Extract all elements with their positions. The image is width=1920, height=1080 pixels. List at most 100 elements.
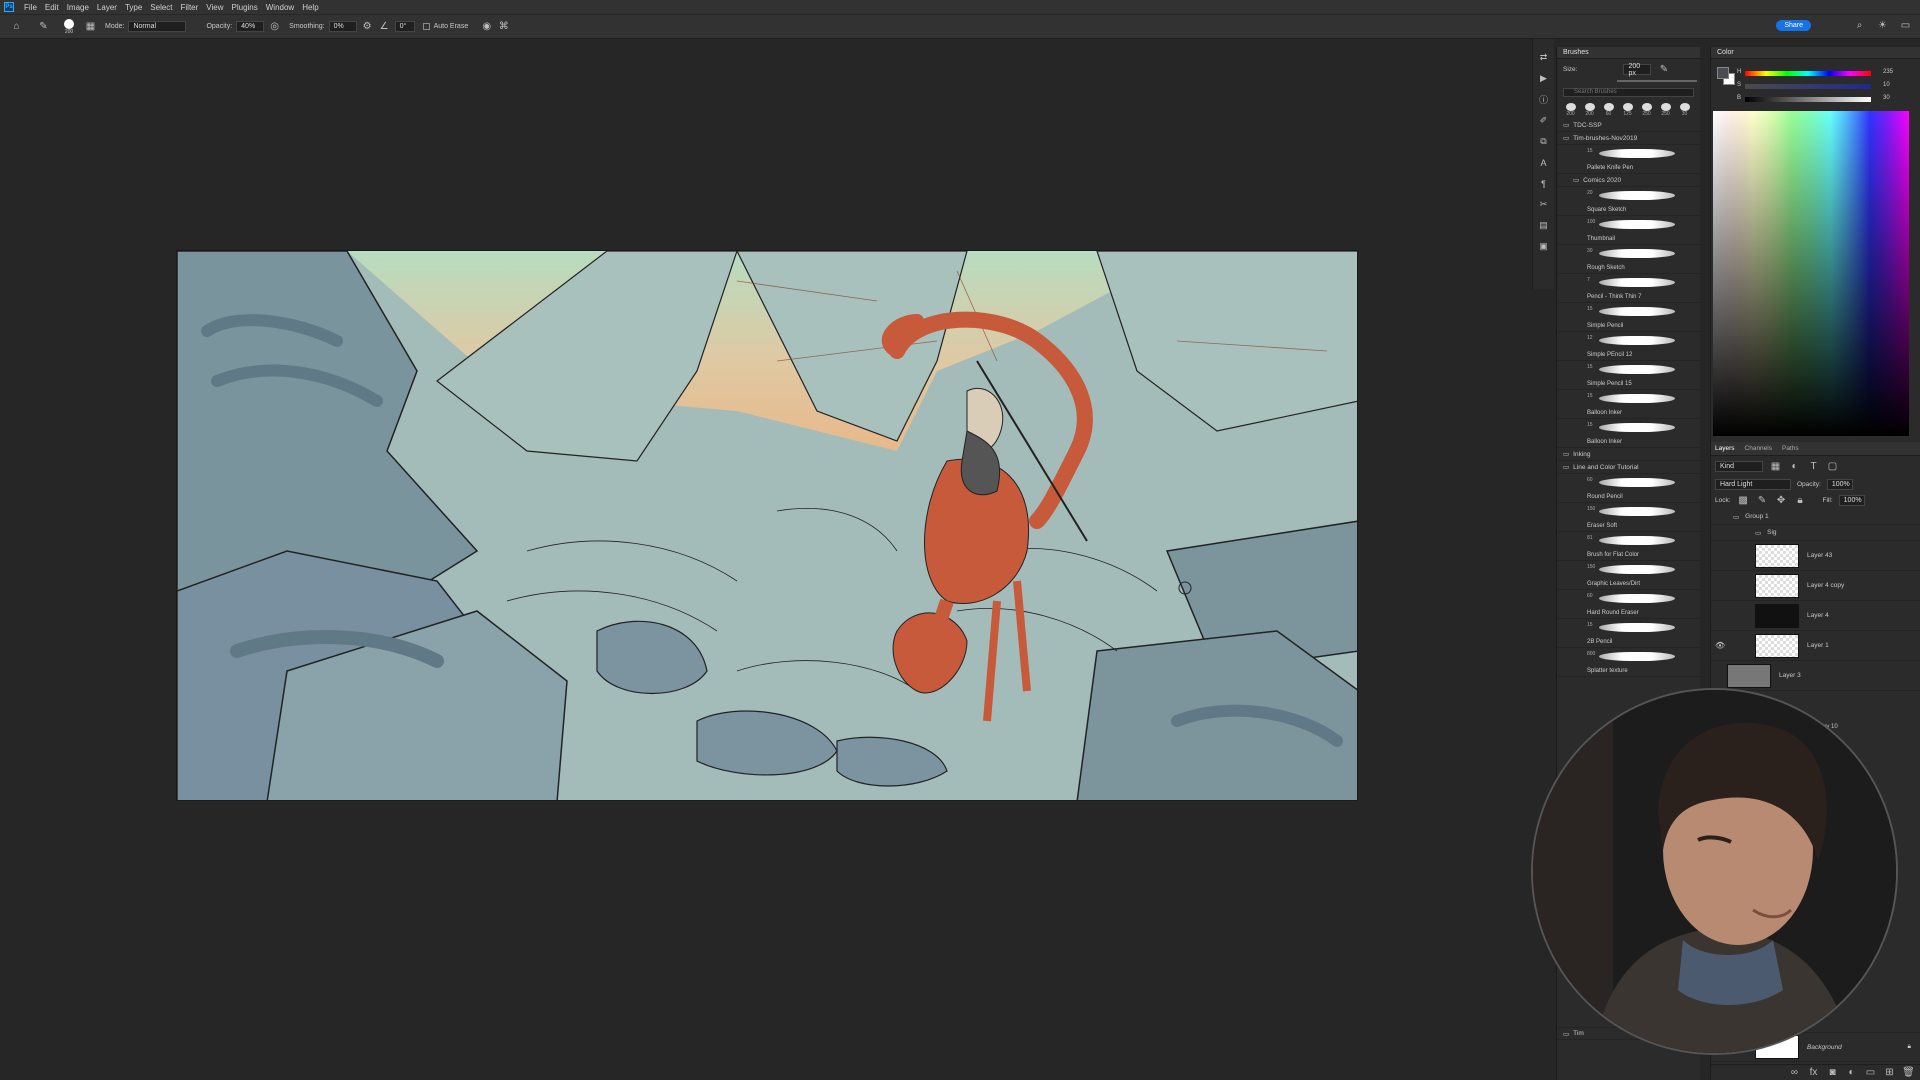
recent-brush[interactable]: 30 xyxy=(1677,103,1692,117)
brush-folder[interactable]: ▭ Inking xyxy=(1557,448,1700,461)
trash-icon[interactable]: 🗑︎ xyxy=(1902,1066,1915,1079)
brush-item[interactable]: 15 Balloon Inker xyxy=(1557,419,1700,448)
brush-item[interactable]: 81 Brush for Flat Color xyxy=(1557,532,1700,561)
menu-edit[interactable]: Edit xyxy=(41,3,63,12)
size-field[interactable]: 200 px xyxy=(1623,63,1652,77)
angle-icon[interactable]: ∠ xyxy=(378,20,391,33)
s-value[interactable]: 10 xyxy=(1883,82,1890,88)
lock-position-icon[interactable]: ✥ xyxy=(1775,494,1788,507)
new-group-icon[interactable]: ▭ xyxy=(1864,1066,1877,1079)
new-layer-icon[interactable]: ⊞ xyxy=(1883,1066,1896,1079)
layer-row[interactable]: Layer 3 xyxy=(1711,661,1920,691)
layer-kind-filter[interactable]: Kind xyxy=(1715,461,1763,472)
info-icon[interactable]: ⓘ xyxy=(1537,93,1550,106)
pixel-filter-icon[interactable]: ▦ xyxy=(1769,460,1782,473)
tab-layers[interactable]: Layers xyxy=(1715,445,1735,452)
brush-item[interactable]: 150 Eraser Soft xyxy=(1557,503,1700,532)
layer-row[interactable]: Layer 4 xyxy=(1711,601,1920,631)
b-value[interactable]: 30 xyxy=(1883,95,1890,101)
color-spectrum-field[interactable] xyxy=(1713,111,1909,436)
brush-item[interactable]: 12 Simple PEncil 12 xyxy=(1557,332,1700,361)
menu-type[interactable]: Type xyxy=(121,3,146,12)
lock-all-icon[interactable]: 🔒︎ xyxy=(1794,494,1807,507)
brush-item[interactable]: 800 Splatter texture xyxy=(1557,648,1700,677)
layer-row[interactable]: ▭ Sig xyxy=(1711,525,1920,541)
link-layers-icon[interactable]: ∞ xyxy=(1788,1066,1801,1079)
paragraph-icon[interactable]: ¶ xyxy=(1537,177,1550,190)
menu-file[interactable]: File xyxy=(20,3,41,12)
auto-erase-checkbox[interactable] xyxy=(422,23,430,30)
recent-brush[interactable]: 60 xyxy=(1601,103,1616,117)
menu-filter[interactable]: Filter xyxy=(177,3,203,12)
tools-icon[interactable]: ✂ xyxy=(1537,198,1550,211)
character-icon[interactable]: A xyxy=(1537,156,1550,169)
brush-item[interactable]: 60 Hard Round Eraser xyxy=(1557,590,1700,619)
smoothing-field[interactable]: 0% xyxy=(328,21,357,32)
brush-item[interactable]: 15 Simple Pencil 15 xyxy=(1557,361,1700,390)
history-icon[interactable]: ⇄ xyxy=(1537,51,1550,64)
fill-field[interactable]: 100% xyxy=(1838,495,1865,506)
tab-paths[interactable]: Paths xyxy=(1782,445,1799,452)
play-icon[interactable]: ▶ xyxy=(1537,72,1550,85)
brightness-slider[interactable] xyxy=(1745,97,1871,102)
brush-item[interactable]: 15 Balloon Inker xyxy=(1557,390,1700,419)
menu-layer[interactable]: Layer xyxy=(93,3,121,12)
brush-item[interactable]: 30 Rough Sketch xyxy=(1557,245,1700,274)
layer-row[interactable]: 👁︎ Layer 1 xyxy=(1711,631,1920,661)
brush-preview-dot[interactable] xyxy=(64,18,74,29)
mask-icon[interactable]: ◙ xyxy=(1826,1066,1839,1079)
visibility-eye-icon[interactable]: 👁︎ xyxy=(1715,641,1725,650)
lock-transparent-icon[interactable]: ▩ xyxy=(1737,494,1750,507)
pressure-size-icon[interactable]: ◉ xyxy=(480,20,493,33)
hue-slider[interactable] xyxy=(1745,71,1871,76)
pressure-opacity-icon[interactable]: ◎ xyxy=(268,20,281,33)
recent-brush[interactable]: 250 xyxy=(1639,103,1654,117)
layer-row[interactable]: Layer 43 xyxy=(1711,541,1920,571)
brushes-title[interactable]: Brushes xyxy=(1557,47,1700,59)
home-icon[interactable]: ⌂ xyxy=(10,20,23,33)
angle-field[interactable]: 0° xyxy=(394,21,415,32)
shape-filter-icon[interactable]: ▢ xyxy=(1826,460,1839,473)
canvas-area[interactable] xyxy=(0,39,1532,1080)
adjustment-layer-icon[interactable]: ◐ xyxy=(1845,1066,1858,1079)
recent-brush[interactable]: 250 xyxy=(1658,103,1673,117)
layer-row[interactable]: Layer 4 copy xyxy=(1711,571,1920,601)
foreground-swatch[interactable] xyxy=(1717,67,1729,79)
type-filter-icon[interactable]: T xyxy=(1807,460,1820,473)
brush-folder[interactable]: ▭ Line and Color Tutorial xyxy=(1557,461,1700,474)
symmetry-icon[interactable]: ⌘ xyxy=(497,20,510,33)
brush-item[interactable]: 150 Graphic Leaves/Dirt xyxy=(1557,561,1700,590)
saturation-slider[interactable] xyxy=(1745,84,1871,89)
size-slider[interactable] xyxy=(1617,80,1697,82)
menu-plugins[interactable]: Plugins xyxy=(228,3,262,12)
menu-help[interactable]: Help xyxy=(298,3,322,12)
menu-window[interactable]: Window xyxy=(262,3,298,12)
photoshop-logo[interactable]: Ps xyxy=(4,2,14,12)
recent-brush[interactable]: 125 xyxy=(1620,103,1635,117)
brush-item[interactable]: 20 Square Sketch xyxy=(1557,187,1700,216)
brush-item[interactable]: 15 Pallete Knife Pen xyxy=(1557,145,1700,174)
layer-row[interactable]: ▭ Group 1 xyxy=(1711,509,1920,525)
layer-opacity-field[interactable]: 100% xyxy=(1826,479,1853,490)
brush-item[interactable]: 15 2B Pencil xyxy=(1557,619,1700,648)
libraries-icon[interactable]: ▣ xyxy=(1537,240,1550,253)
brush-folder[interactable]: ▭ Comics 2020 xyxy=(1557,174,1700,187)
properties-icon[interactable]: ▤ xyxy=(1537,219,1550,232)
recent-brush[interactable]: 200 xyxy=(1563,103,1578,117)
gear-icon[interactable]: ⚙ xyxy=(361,20,374,33)
mode-dropdown[interactable]: Normal xyxy=(128,21,187,32)
brush-folder[interactable]: ▭ Tim-brushes-Nov2019 xyxy=(1557,132,1700,145)
search-icon[interactable]: ⌕ xyxy=(1853,19,1866,32)
share-button[interactable]: Share xyxy=(1776,20,1811,31)
opacity-field[interactable]: 40% xyxy=(236,21,265,32)
artwork-canvas[interactable] xyxy=(176,250,1358,801)
brush-tool-icon[interactable]: ✎ xyxy=(37,20,50,33)
adjust-filter-icon[interactable]: ◐ xyxy=(1788,460,1801,473)
color-title[interactable]: Color xyxy=(1711,47,1920,59)
brush-item[interactable]: 15 Simple Pencil xyxy=(1557,303,1700,332)
brush-folder[interactable]: ▭ TDC-SSP xyxy=(1557,119,1700,132)
clone-source-icon[interactable]: ⧉ xyxy=(1537,135,1550,148)
menu-image[interactable]: Image xyxy=(63,3,93,12)
menu-select[interactable]: Select xyxy=(146,3,176,12)
brush-item[interactable]: 100 Thumbnail xyxy=(1557,216,1700,245)
